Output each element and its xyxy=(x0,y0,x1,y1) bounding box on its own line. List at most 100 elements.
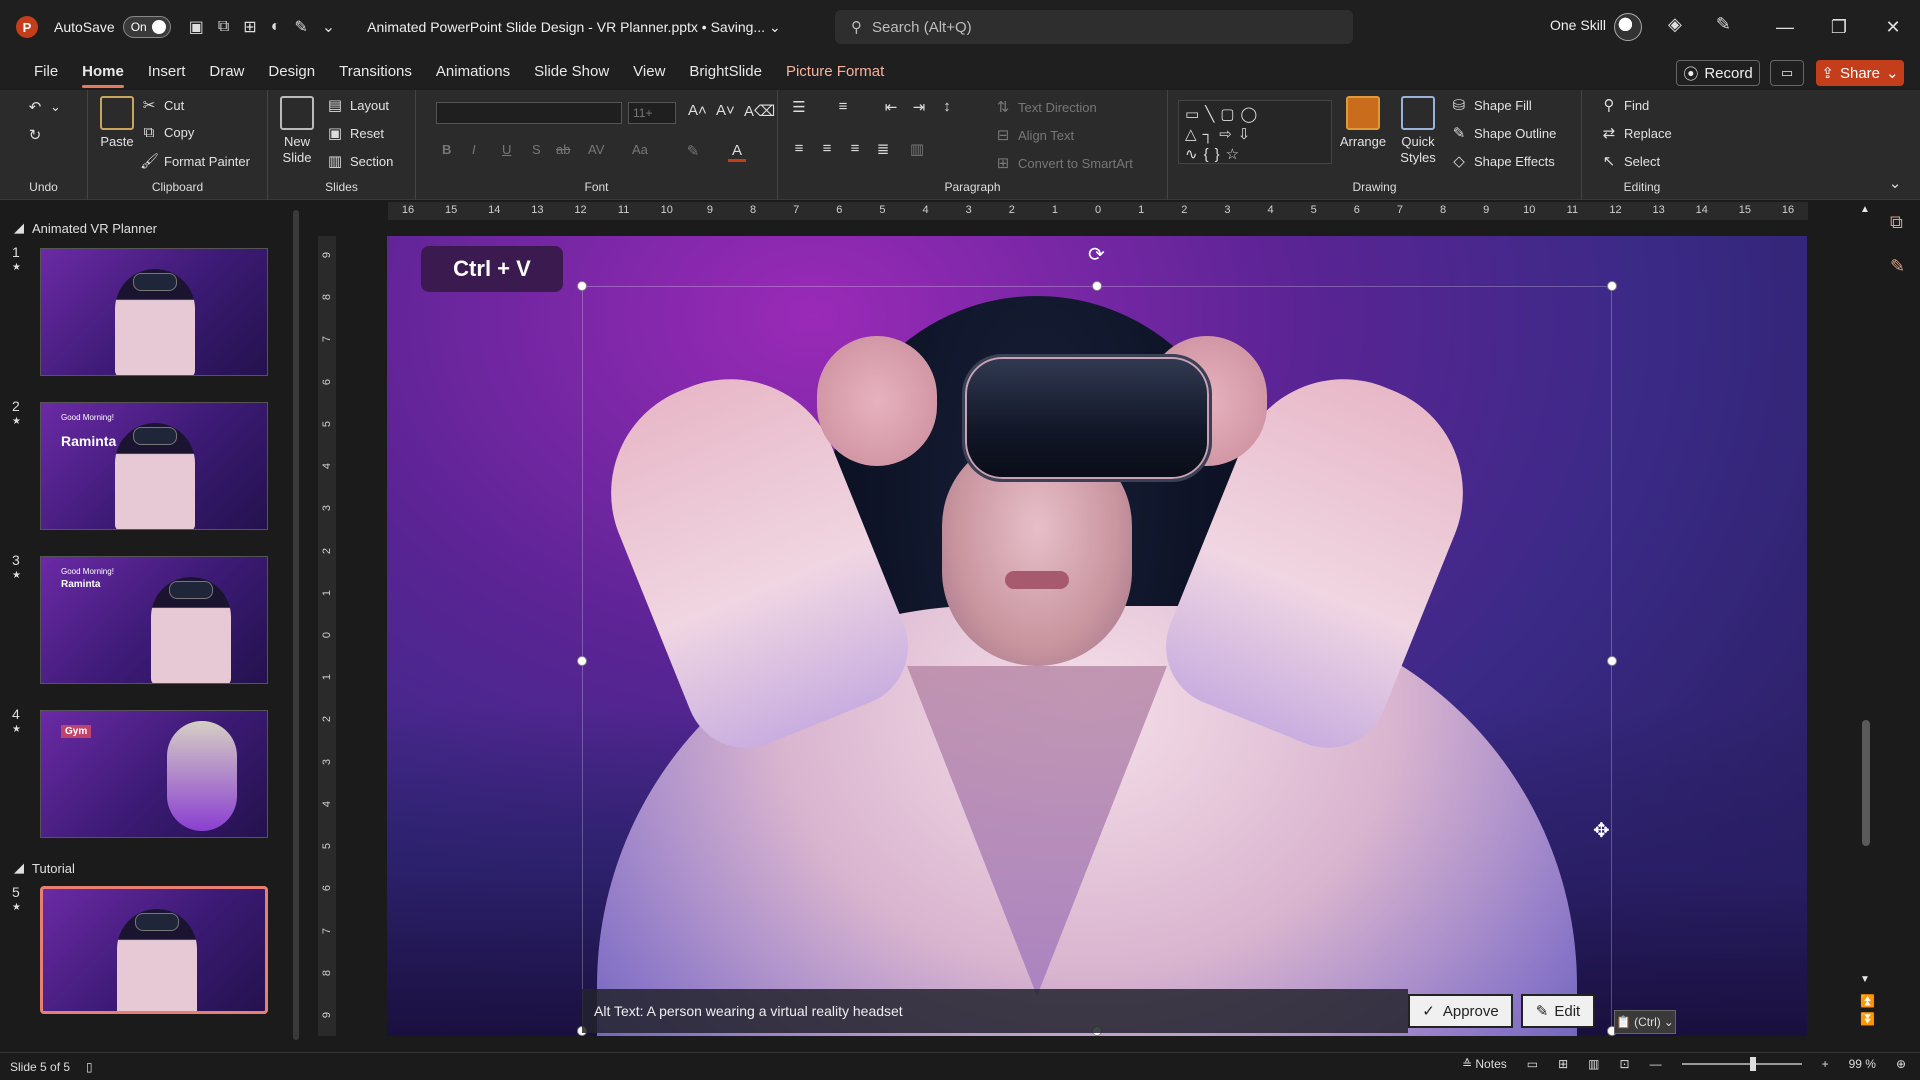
premium-diamond-icon[interactable]: ◈ xyxy=(1668,14,1682,35)
zoom-out-icon[interactable]: — xyxy=(1650,1057,1662,1071)
scroll-down-icon[interactable]: ▼ xyxy=(1860,974,1870,985)
find-button[interactable]: ⚲ Find xyxy=(1600,96,1650,114)
slide-sorter-icon[interactable]: ⊞ xyxy=(1558,1057,1568,1071)
resize-handle[interactable] xyxy=(1092,281,1102,291)
tab-slide-show[interactable]: Slide Show xyxy=(522,54,621,90)
scroll-up-icon[interactable]: ▲ xyxy=(1860,204,1870,215)
arrange-button[interactable]: Arrange xyxy=(1338,96,1388,150)
slide-thumbnail-2[interactable]: Good Morning! Raminta xyxy=(40,402,268,530)
comments-button[interactable]: ▭ xyxy=(1770,60,1804,86)
text-direction-button[interactable]: ⇅ Text Direction xyxy=(994,98,1097,116)
resize-handle[interactable] xyxy=(1607,656,1617,666)
grow-font-button[interactable]: A˄ xyxy=(688,102,707,119)
rotate-handle-icon[interactable]: ⟳ xyxy=(1088,242,1105,267)
columns-button[interactable]: ▥ xyxy=(908,140,926,158)
slide-thumbnail-5[interactable] xyxy=(40,886,268,1014)
zoom-in-icon[interactable]: + xyxy=(1822,1057,1829,1071)
edit-alt-text-button[interactable]: ✎ Edit xyxy=(1521,994,1595,1028)
zoom-slider[interactable] xyxy=(1681,1057,1802,1071)
format-pane-icon[interactable]: ✎ xyxy=(1890,256,1905,277)
tab-picture-format[interactable]: Picture Format xyxy=(774,54,896,90)
section-header-2[interactable]: ◢ Tutorial xyxy=(14,860,75,876)
user-name[interactable]: One Skill xyxy=(1550,17,1606,33)
slide-canvas[interactable]: Ctrl + V ⟳ Alt Text: A person wearing a … xyxy=(387,236,1807,1036)
section-button[interactable]: ▥ Section xyxy=(326,152,393,170)
picture-selection-box[interactable] xyxy=(582,286,1612,1036)
section-header-1[interactable]: ◢ Animated VR Planner xyxy=(14,220,157,236)
resize-handle[interactable] xyxy=(577,656,587,666)
close-icon[interactable]: ✕ xyxy=(1866,0,1920,54)
resize-handle[interactable] xyxy=(1607,281,1617,291)
numbering-button[interactable]: ≡ xyxy=(834,98,852,115)
align-icon[interactable]: ⊞ xyxy=(243,17,256,37)
char-spacing-button[interactable]: AV xyxy=(588,142,604,157)
decrease-indent-button[interactable]: ⇤ xyxy=(882,98,900,116)
font-name-box[interactable] xyxy=(436,102,622,124)
pen-icon[interactable]: ✎ xyxy=(294,17,307,37)
reading-view-icon[interactable]: ▥ xyxy=(1588,1057,1599,1071)
accessibility-icon[interactable]: ▯ xyxy=(86,1060,93,1074)
slide-thumbnail-1[interactable] xyxy=(40,248,268,376)
reset-button[interactable]: ▣ Reset xyxy=(326,124,384,142)
shadow-button[interactable]: S xyxy=(532,142,541,157)
convert-smartart-button[interactable]: ⊞ Convert to SmartArt xyxy=(994,154,1133,172)
shape-outline-button[interactable]: ✎ Shape Outline xyxy=(1450,124,1557,142)
zoom-level[interactable]: 99 % xyxy=(1849,1057,1876,1071)
justify-button[interactable]: ≣ xyxy=(874,140,892,158)
zoom-slider-knob[interactable] xyxy=(1749,1057,1756,1071)
tab-insert[interactable]: Insert xyxy=(136,54,198,90)
tab-design[interactable]: Design xyxy=(256,54,327,90)
slide-thumbnail-4[interactable]: Gym xyxy=(40,710,268,838)
resize-handle[interactable] xyxy=(577,281,587,291)
tab-home[interactable]: Home xyxy=(70,54,136,90)
align-left-button[interactable]: ≡ xyxy=(790,140,808,157)
scrollbar-thumb[interactable] xyxy=(1862,720,1870,846)
paste-options-button[interactable]: 📋 (Ctrl) ⌄ xyxy=(1614,1010,1676,1034)
tab-file[interactable]: File xyxy=(22,54,70,90)
cut-button[interactable]: ✂ Cut xyxy=(140,96,185,114)
clear-format-button[interactable]: A⌫ xyxy=(744,102,775,120)
notes-button[interactable]: ≙ Notes xyxy=(1462,1057,1507,1071)
replace-button[interactable]: ⇄ Replace xyxy=(1600,124,1672,142)
align-center-button[interactable]: ≡ xyxy=(818,140,836,157)
paste-button[interactable]: Paste xyxy=(92,96,142,150)
previous-slide-icon[interactable]: ⏫ xyxy=(1860,994,1875,1008)
align-right-button[interactable]: ≡ xyxy=(846,140,864,157)
tab-transitions[interactable]: Transitions xyxy=(327,54,424,90)
shape-effects-button[interactable]: ◇ Shape Effects xyxy=(1450,152,1555,170)
autosave-toggle[interactable]: On xyxy=(122,16,171,38)
font-color-button[interactable]: A xyxy=(728,142,746,162)
bullets-button[interactable]: ☰ xyxy=(790,98,808,116)
from-beginning-icon[interactable]: ⧉ xyxy=(218,18,229,36)
pen-tool-icon[interactable]: ✎ xyxy=(1716,14,1731,35)
document-title[interactable]: Animated PowerPoint Slide Design - VR Pl… xyxy=(367,19,781,36)
share-button[interactable]: ⇪ Share ⌄ xyxy=(1816,60,1904,86)
save-icon[interactable]: ▣ xyxy=(189,17,204,37)
line-spacing-button[interactable]: ↕ xyxy=(938,98,956,115)
new-slide-button[interactable]: New Slide xyxy=(274,96,320,166)
avatar[interactable] xyxy=(1614,13,1642,41)
align-text-button[interactable]: ⊟ Align Text xyxy=(994,126,1074,144)
layout-button[interactable]: ▤ Layout xyxy=(326,96,389,114)
canvas-scrollbar[interactable]: ▲ ▼ ⏫ ⏬ xyxy=(1858,200,1875,1052)
undo-button[interactable]: ↶ ⌄ xyxy=(26,98,61,116)
customize-qat-icon[interactable]: ⌄ xyxy=(322,17,335,37)
collapse-ribbon-button[interactable]: ⌄ xyxy=(1886,174,1904,192)
record-circle-icon[interactable]: ◐ xyxy=(271,18,281,36)
shapes-gallery[interactable]: ▭╲▢◯ △┐⇨⇩ ∿{}☆ xyxy=(1178,100,1332,164)
shape-fill-button[interactable]: ⛁ Shape Fill xyxy=(1450,96,1532,114)
underline-button[interactable]: U xyxy=(502,142,511,157)
change-case-button[interactable]: Aa xyxy=(632,142,648,157)
font-size-box[interactable]: 11+ xyxy=(628,102,676,124)
approve-button[interactable]: ✓ Approve xyxy=(1408,994,1513,1028)
select-button[interactable]: ↖ Select xyxy=(1600,152,1660,170)
format-painter-button[interactable]: 🖌 Format Painter xyxy=(140,152,250,170)
record-button[interactable]: ⦿ Record xyxy=(1676,60,1760,86)
copy-button[interactable]: ⧉ Copy xyxy=(140,124,195,141)
thumbnail-scrollbar[interactable] xyxy=(293,210,299,1040)
redo-button[interactable]: ↻ xyxy=(26,126,44,144)
tab-animations[interactable]: Animations xyxy=(424,54,522,90)
increase-indent-button[interactable]: ⇥ xyxy=(910,98,928,116)
search-box[interactable]: ⚲ Search (Alt+Q) xyxy=(835,10,1353,44)
quick-styles-button[interactable]: Quick Styles xyxy=(1392,96,1444,166)
